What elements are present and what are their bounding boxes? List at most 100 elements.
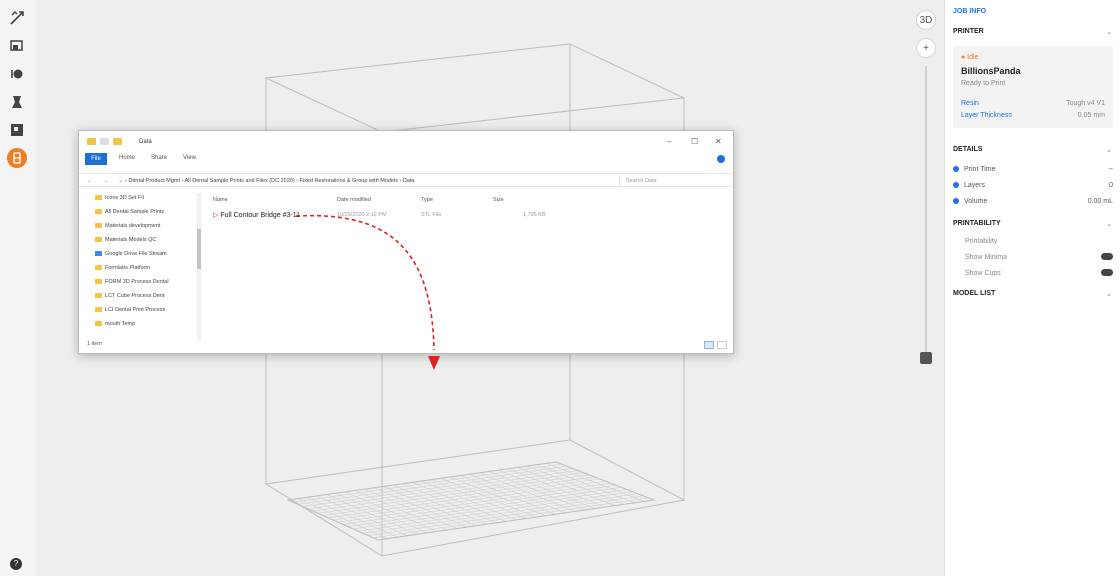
details-section-header[interactable]: DETAILS — [953, 146, 982, 153]
grid-line — [307, 470, 578, 510]
show-cups-row: Show Cups — [965, 269, 1113, 277]
large-icons-view-icon[interactable] — [717, 341, 727, 349]
chevron-down-icon[interactable]: ⌄ — [1106, 146, 1112, 154]
grid-line — [357, 491, 633, 532]
search-input[interactable]: Search Data — [619, 176, 727, 186]
explorer-help-icon[interactable] — [717, 155, 725, 163]
show-cups-toggle[interactable] — [1101, 269, 1113, 276]
grid-line — [317, 474, 589, 514]
address-bar-row: ← → ⌄ ↑ › Dental Product Mgmt › All Dent… — [79, 173, 733, 187]
minimize-icon[interactable]: – — [667, 137, 671, 146]
folder-icon — [95, 279, 102, 285]
folder-icon — [95, 209, 102, 215]
show-minima-row: Show Minima — [965, 253, 1113, 261]
details-view-icon[interactable] — [704, 341, 714, 349]
folder-icon — [95, 265, 102, 271]
new-folder-icon[interactable] — [113, 138, 122, 145]
material-value: Tough v4 V1 — [1066, 100, 1105, 107]
address-bar[interactable]: › Dental Product Mgmt › All Dental Sampl… — [125, 176, 609, 186]
ribbon-tab-share[interactable]: Share — [151, 155, 167, 161]
zoom-in-button[interactable]: + — [916, 38, 936, 58]
view-mode-button[interactable]: 3D — [916, 10, 936, 30]
nav-item[interactable]: LCT Cube Process Dent — [95, 293, 195, 301]
file-size: 1,795 KB — [523, 212, 546, 218]
navigation-pane: Icons 3D Set Fil All Dental Sample Print… — [83, 193, 201, 341]
explorer-ribbon: File Home Share View — [79, 153, 733, 165]
help-circle-icon[interactable]: ? — [10, 558, 22, 570]
left-toolbar: ? — [0, 0, 36, 576]
grid-line — [352, 489, 627, 530]
nav-item[interactable]: LCI Dental Print Process — [95, 307, 195, 315]
clock-icon — [953, 166, 959, 173]
grid-line — [342, 484, 616, 525]
ribbon-tab-file[interactable]: File — [85, 153, 107, 165]
volume-icon — [953, 198, 959, 205]
file-row[interactable]: ▷ Full Contour Bridge #3-11 10/29/2020 2:… — [213, 211, 593, 221]
nav-item[interactable]: FORM 3D Process Dental — [95, 279, 195, 287]
per-model-settings-icon[interactable] — [7, 120, 27, 140]
column-header-date[interactable]: Date modified — [337, 197, 371, 203]
support-blocker-icon[interactable] — [7, 148, 27, 168]
file-explorer-window[interactable]: Data – ☐ ✕ File Home Share View ← → ⌄ ↑ … — [78, 130, 734, 354]
grid-line — [362, 493, 638, 534]
detail-row: Volume 0.00 mL — [953, 198, 1113, 205]
properties-icon[interactable] — [100, 138, 109, 145]
detail-row: Layers 0 — [953, 182, 1113, 189]
maximize-icon[interactable]: ☐ — [691, 137, 698, 146]
chevron-down-icon[interactable]: ⌄ — [1106, 290, 1112, 298]
right-panel: JOB INFO PRINTER ⌄ ● Idle BillionsPanda … — [944, 0, 1120, 576]
grid-line — [322, 476, 595, 516]
file-name[interactable]: ▷ Full Contour Bridge #3-11 — [213, 211, 300, 219]
grid-line — [302, 468, 573, 507]
chevron-down-icon[interactable]: ⌄ — [1106, 28, 1112, 36]
detail-row: Print Time -- — [953, 166, 1113, 173]
job-info-link[interactable]: JOB INFO — [953, 8, 986, 15]
folder-icon — [95, 223, 102, 229]
column-header-name[interactable]: Name — [213, 197, 228, 203]
grid-line — [327, 478, 600, 519]
grid-line — [337, 482, 611, 523]
nav-scrollbar-thumb[interactable] — [197, 229, 201, 269]
printer-subtitle: Ready to Print — [961, 80, 1006, 87]
mirror-tool-icon[interactable] — [7, 92, 27, 112]
file-type: STL File — [421, 212, 442, 218]
printer-card[interactable]: ● Idle BillionsPanda Ready to Print Resi… — [953, 46, 1113, 128]
column-header-type[interactable]: Type — [421, 197, 433, 203]
ribbon-tab-home[interactable]: Home — [119, 155, 135, 161]
nav-item[interactable]: Materials development — [95, 223, 195, 231]
nav-item[interactable]: All Dental Sample Prints — [95, 209, 195, 217]
nav-item[interactable]: Materials Models QC — [95, 237, 195, 245]
model-list-section-header[interactable]: MODEL LIST — [953, 290, 995, 297]
stl-file-icon: ▷ — [213, 212, 219, 219]
printer-name: BillionsPanda — [961, 66, 1021, 76]
layers-icon — [953, 182, 959, 189]
layer-slider-track[interactable] — [925, 66, 927, 356]
folder-icon — [95, 321, 102, 327]
nav-item[interactable]: mouth Temp — [95, 321, 195, 329]
printability-section-header[interactable]: PRINTABILITY — [953, 220, 1001, 227]
printer-section-header[interactable]: PRINTER — [953, 28, 984, 35]
move-tool-icon[interactable] — [7, 8, 27, 28]
scale-tool-icon[interactable] — [7, 36, 27, 56]
explorer-titlebar[interactable]: Data – ☐ ✕ — [79, 131, 733, 153]
layer-slider-handle[interactable] — [920, 352, 932, 364]
build-box-back — [264, 43, 686, 133]
rotate-tool-icon[interactable] — [7, 64, 27, 84]
show-minima-toggle[interactable] — [1101, 253, 1113, 260]
grid-line — [347, 487, 622, 527]
nav-item[interactable]: Icons 3D Set Fil — [95, 195, 195, 203]
ribbon-tab-view[interactable]: View — [183, 155, 196, 161]
folder-icon — [95, 307, 102, 313]
layer-thickness-value: 0.05 mm — [1077, 112, 1105, 119]
view-controls: 3D + — [908, 0, 944, 576]
view-mode-icons — [704, 341, 727, 349]
close-icon[interactable]: ✕ — [715, 137, 722, 146]
chevron-down-icon[interactable]: ⌄ — [1106, 220, 1112, 228]
nav-item[interactable]: Google Drive File Stream — [95, 251, 195, 259]
nav-item[interactable]: Formlabs Platform — [95, 265, 195, 273]
printability-row: Printability — [965, 238, 998, 245]
material-label[interactable]: Resin — [961, 100, 979, 107]
layer-thickness-label[interactable]: Layer Thickness — [961, 112, 1012, 119]
column-header-size[interactable]: Size — [493, 197, 504, 203]
nav-scrollbar[interactable] — [197, 193, 201, 341]
